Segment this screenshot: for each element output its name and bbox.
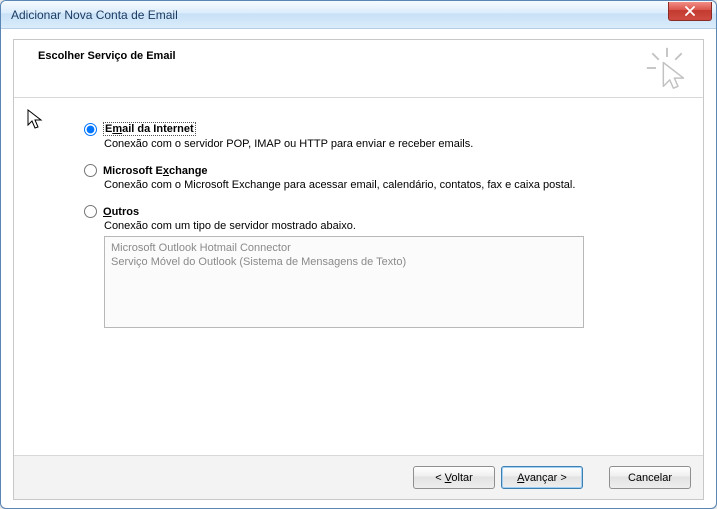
other-server-listbox[interactable]: Microsoft Outlook Hotmail Connector Serv…	[104, 236, 584, 328]
option-microsoft-exchange: Microsoft Exchange Conexão com o Microso…	[84, 164, 675, 191]
cursor-sparkle-icon	[645, 46, 689, 90]
radio-other[interactable]	[84, 205, 97, 218]
content-frame: Escolher Serviço de Email Email da Inter…	[13, 39, 704, 500]
radio-internet-email[interactable]	[84, 123, 97, 136]
wizard-window: Adicionar Nova Conta de Email Escolher S…	[0, 0, 717, 509]
page-heading: Escolher Serviço de Email	[38, 50, 687, 62]
window-title: Adicionar Nova Conta de Email	[11, 8, 668, 22]
back-button[interactable]: < Voltar	[413, 466, 495, 489]
close-button[interactable]	[668, 2, 712, 21]
wizard-header: Escolher Serviço de Email	[14, 40, 703, 98]
list-item[interactable]: Serviço Móvel do Outlook (Sistema de Men…	[111, 255, 577, 269]
list-item[interactable]: Microsoft Outlook Hotmail Connector	[111, 241, 577, 255]
mouse-cursor-icon	[27, 109, 45, 131]
option-internet-email-label[interactable]: Email da Internet	[103, 122, 196, 136]
option-microsoft-exchange-desc: Conexão com o Microsoft Exchange para ac…	[104, 179, 675, 191]
nav-buttons: < Voltar Avançar >	[413, 466, 583, 489]
option-microsoft-exchange-label[interactable]: Microsoft Exchange	[103, 165, 208, 177]
radio-microsoft-exchange[interactable]	[84, 164, 97, 177]
titlebar[interactable]: Adicionar Nova Conta de Email	[1, 1, 716, 29]
option-internet-email-desc: Conexão com o servidor POP, IMAP ou HTTP…	[104, 138, 675, 150]
close-icon	[685, 6, 695, 16]
cancel-button[interactable]: Cancelar	[609, 466, 691, 489]
next-button[interactable]: Avançar >	[501, 466, 583, 489]
options-area: Email da Internet Conexão com o servidor…	[14, 98, 703, 455]
option-internet-email: Email da Internet Conexão com o servidor…	[84, 122, 675, 150]
option-other-desc: Conexão com um tipo de servidor mostrado…	[104, 220, 675, 232]
option-other-label[interactable]: Outros	[103, 206, 139, 218]
button-row: < Voltar Avançar > Cancelar	[14, 455, 703, 499]
option-other: Outros Conexão com um tipo de servidor m…	[84, 205, 675, 328]
